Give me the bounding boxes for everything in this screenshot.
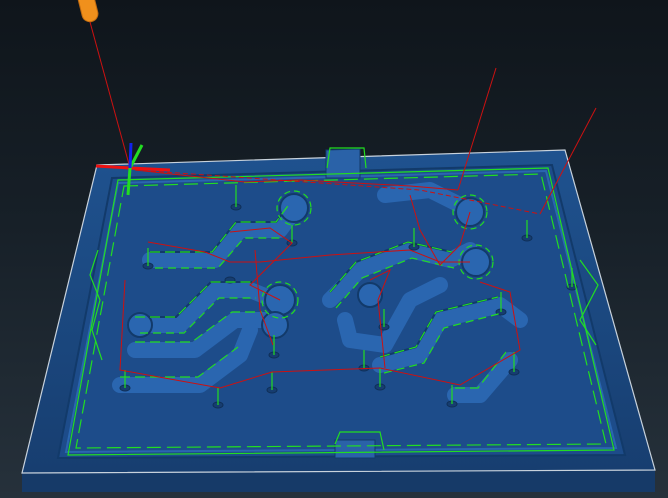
toolpath-scene[interactable] [0,0,668,498]
end-mill-icon[interactable] [76,0,99,23]
tool-body [77,0,99,23]
x-axis-neg [95,164,131,170]
z-axis [128,142,133,169]
cam-3d-viewport[interactable] [0,0,668,498]
pad [279,193,309,223]
pocket-floor [56,163,627,460]
x-axis [129,166,171,172]
y-axis-neg [126,167,132,196]
slot-bottom [334,439,376,459]
rapid-move-tool [89,21,131,169]
workpiece-front-face [22,470,655,492]
